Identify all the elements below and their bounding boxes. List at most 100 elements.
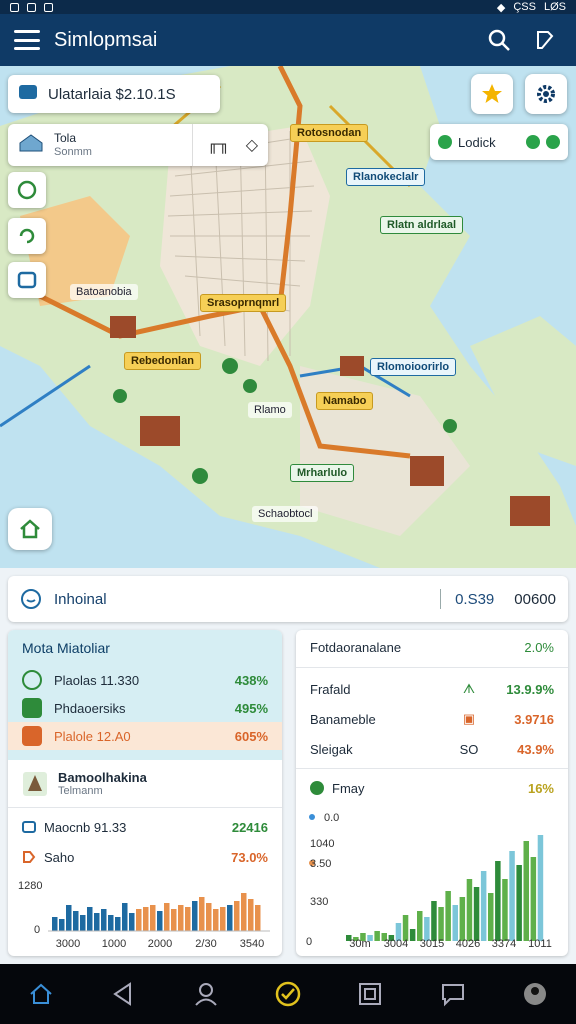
bar bbox=[143, 907, 149, 931]
right-bar-chart: 0.0 1040 3.50 330 0 30m 3004 3015 4026 3374 1011 bbox=[296, 801, 568, 956]
wifi-icon: ◆ bbox=[496, 1, 506, 14]
map-label[interactable]: Rlatn aldrlaal bbox=[380, 216, 464, 234]
list-item[interactable]: Plalole 12.A0 605% bbox=[8, 722, 282, 750]
bar bbox=[516, 865, 522, 941]
recenter-button[interactable] bbox=[8, 218, 46, 254]
bar bbox=[101, 909, 107, 931]
nav-account[interactable] bbox=[515, 974, 555, 1014]
chat-icon bbox=[441, 984, 464, 1007]
x-tick-label: 2/30 bbox=[195, 938, 216, 950]
bar bbox=[445, 891, 451, 941]
star-icon bbox=[482, 84, 502, 103]
map-label[interactable]: Namabo bbox=[316, 392, 374, 410]
row-icon-text: SO bbox=[459, 741, 479, 757]
edit-button[interactable] bbox=[528, 23, 562, 57]
route-chip[interactable]: Lodick bbox=[430, 124, 568, 160]
bar bbox=[452, 905, 458, 941]
camera-button[interactable] bbox=[8, 262, 46, 298]
person-icon bbox=[194, 983, 217, 1006]
bar bbox=[185, 907, 191, 931]
right-stats-panel: Fotdaoranalane 2.0% Frafald ᗑ 13.9.9% Ba… bbox=[296, 630, 568, 956]
camera-icon bbox=[17, 271, 37, 289]
map-label[interactable]: Schaobtocl bbox=[252, 506, 319, 522]
row-value: 13.9.9% bbox=[506, 681, 554, 697]
map-view[interactable]: Ulatarlaia $2.10.1S Tola Sonmm ╓╖ ◇ Lodi… bbox=[0, 66, 576, 568]
list-item[interactable]: Phdaoersiks 495% bbox=[22, 694, 268, 722]
sub-summary[interactable]: Bamoolhakina Telmanm bbox=[8, 760, 282, 808]
map-label[interactable]: Rlanokeclalr bbox=[346, 168, 426, 186]
stat-name: Maocnb 91.33 bbox=[44, 819, 127, 835]
bar bbox=[248, 899, 254, 931]
map-label[interactable]: Rlomoioorirlo bbox=[370, 358, 457, 376]
map-label[interactable]: Rebedonlan bbox=[124, 352, 201, 370]
x-tick-label: 3540 bbox=[240, 938, 264, 950]
layers-button[interactable] bbox=[8, 172, 46, 208]
sub-subtitle: Telmanm bbox=[58, 785, 103, 797]
bar bbox=[241, 893, 247, 931]
row-name: Banameble bbox=[310, 711, 376, 727]
back-icon bbox=[113, 982, 132, 1006]
list-item[interactable]: Plaolas 11.330 438% bbox=[22, 666, 268, 694]
nav-recents[interactable] bbox=[350, 974, 390, 1014]
bar bbox=[255, 905, 261, 931]
box-icon: ▣ bbox=[462, 711, 476, 726]
row-name: Phdaoersiks bbox=[54, 700, 126, 716]
list-item[interactable]: Banameble ▣ 3.9716 bbox=[296, 704, 568, 734]
notification-icon bbox=[27, 2, 36, 12]
bar bbox=[234, 901, 240, 931]
map-label[interactable]: Rlamo bbox=[248, 402, 292, 418]
place-card[interactable]: Tola Sonmm ╓╖ ◇ bbox=[8, 124, 268, 166]
row-pct: 438% bbox=[234, 672, 268, 688]
search-button[interactable] bbox=[482, 23, 516, 57]
bar bbox=[115, 917, 121, 931]
map-label[interactable]: Batoanobia bbox=[70, 284, 138, 300]
row-pct: 605% bbox=[234, 728, 268, 744]
x-tick-label: 3015 bbox=[420, 938, 444, 950]
x-tick-label: 30m bbox=[349, 938, 370, 950]
favorite-button[interactable] bbox=[471, 74, 513, 114]
nav-messages[interactable] bbox=[433, 974, 473, 1014]
nav-back[interactable] bbox=[103, 974, 143, 1014]
directions-icon[interactable]: ╓╖ bbox=[207, 136, 230, 154]
bar bbox=[171, 909, 177, 931]
share-icon[interactable] bbox=[546, 135, 560, 149]
x-tick-label: 3004 bbox=[384, 938, 408, 950]
x-tick-label: 4026 bbox=[456, 938, 480, 950]
building-icon bbox=[18, 133, 44, 158]
diamond-icon[interactable]: ◇ bbox=[246, 135, 258, 155]
bar bbox=[66, 905, 72, 931]
map-label[interactable]: Mrharlulo bbox=[290, 464, 355, 482]
bar bbox=[150, 905, 156, 931]
left-panel-title: Mota Miatoliar bbox=[22, 640, 110, 656]
sub-title: Bamoolhakina bbox=[58, 770, 147, 785]
home-map-button[interactable] bbox=[8, 508, 52, 550]
map-label[interactable]: Srasoprnqmrl bbox=[200, 294, 287, 312]
bar bbox=[122, 903, 128, 931]
bar bbox=[438, 907, 444, 941]
x-tick-label: 1000 bbox=[102, 938, 126, 950]
legend-value: 16% bbox=[527, 780, 554, 796]
bar bbox=[220, 907, 226, 931]
nav-profile[interactable] bbox=[186, 974, 226, 1014]
menu-icon[interactable] bbox=[14, 30, 40, 50]
location-search-chip[interactable]: Ulatarlaia $2.10.1S bbox=[8, 75, 220, 113]
list-item[interactable]: Frafald ᗑ 13.9.9% bbox=[296, 674, 568, 704]
notification-icon bbox=[44, 2, 53, 12]
nav-check[interactable] bbox=[268, 974, 308, 1014]
status-bar: ◆ ÇSS LØS bbox=[0, 0, 576, 14]
info-bar[interactable]: Inhoinal 0.S39 00600 bbox=[8, 576, 568, 622]
y-tick-label: 0 bbox=[306, 936, 312, 948]
square-icon bbox=[22, 726, 42, 746]
nav-home[interactable] bbox=[21, 974, 61, 1014]
whatsapp-icon[interactable] bbox=[526, 135, 540, 149]
settings-button[interactable] bbox=[525, 74, 567, 114]
place-subtitle: Sonmm bbox=[54, 146, 92, 158]
list-item[interactable]: Sleigak SO 43.9% bbox=[296, 734, 568, 764]
row-value: 3.9716 bbox=[514, 711, 554, 727]
bar bbox=[178, 905, 184, 931]
info-icon bbox=[21, 589, 41, 609]
bar bbox=[129, 913, 135, 931]
stat-row[interactable]: Maocnb 91.33 22416 bbox=[8, 812, 282, 842]
bar bbox=[509, 851, 515, 941]
map-label[interactable]: Rotosnodan bbox=[290, 124, 369, 142]
